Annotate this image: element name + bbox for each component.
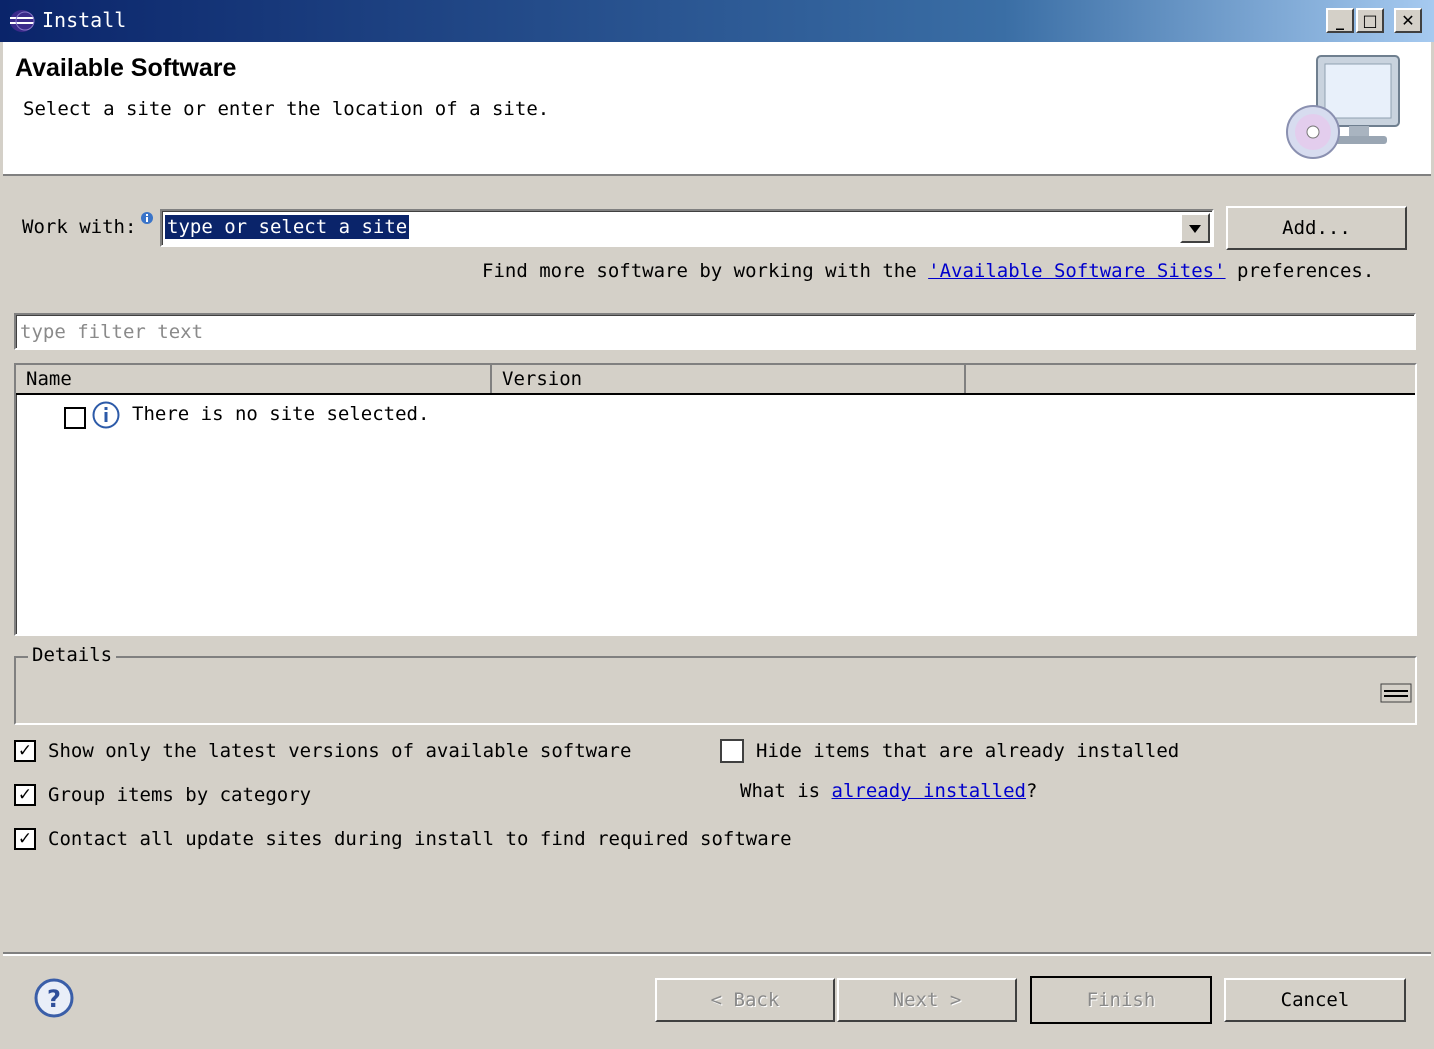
group-by-category-label: Group items by category [48,784,312,806]
work-with-input[interactable]: type or select a site [165,215,410,239]
cancel-button-label: Cancel [1280,989,1350,1011]
what-is-suffix: ? [1026,780,1038,802]
page-description: Select a site or enter the location of a… [23,98,550,120]
column-header-extra[interactable] [966,365,1415,393]
more-software-line: Find more software by working with the '… [482,260,1374,282]
help-icon[interactable]: ? [34,978,74,1018]
finish-button-label: Finish [1086,989,1156,1011]
maximize-button[interactable]: □ [1356,8,1384,33]
row-checkbox[interactable] [64,407,86,429]
row-name: There is no site selected. [132,403,430,425]
option-show-latest[interactable]: ✓ Show only the latest versions of avail… [14,738,631,764]
option-group-by-category[interactable]: ✓ Group items by category [14,782,311,808]
work-with-dropdown-button[interactable] [1180,213,1210,243]
close-button[interactable]: ✕ [1394,8,1422,33]
add-button-label: Add... [1282,217,1351,239]
option-hide-installed[interactable]: Hide items that are already installed [720,738,1179,764]
what-is-prefix: What is [740,780,821,802]
cancel-button[interactable]: Cancel [1224,978,1406,1022]
available-software-sites-link[interactable]: 'Available Software Sites' [928,260,1225,282]
contact-all-checkbox[interactable]: ✓ [14,828,36,850]
back-button[interactable]: < Back [655,978,835,1022]
minimize-button[interactable]: _ [1326,8,1354,33]
chevron-down-icon [1188,217,1202,239]
title-bar: Install _ □ ✕ [0,0,1434,42]
details-label: Details [28,644,117,666]
eclipse-icon [8,9,36,33]
window-title: Install [42,8,127,32]
info-hint-icon [140,208,154,224]
details-toggle-icon[interactable] [1380,682,1412,704]
show-latest-checkbox[interactable]: ✓ [14,740,36,762]
svg-text:?: ? [47,985,61,1013]
details-group: Details [14,644,1417,725]
filter-field[interactable]: type filter text [14,313,1416,350]
maximize-icon: □ [1362,10,1378,30]
what-is-installed-line: What is already installed? [740,780,1037,802]
work-with-combo[interactable]: type or select a site [160,209,1214,247]
info-icon [92,401,120,429]
back-button-label: < Back [710,989,780,1011]
table-row[interactable]: There is no site selected. [16,397,1415,431]
show-latest-label: Show only the latest versions of availab… [48,740,632,762]
page-title: Available Software [15,54,237,82]
wizard-header: Available Software Select a site or ente… [3,42,1431,176]
hide-installed-label: Hide items that are already installed [756,740,1180,762]
next-button-label: Next > [892,989,962,1011]
contact-all-label: Contact all update sites during install … [48,828,792,850]
add-site-button[interactable]: Add... [1226,206,1407,250]
software-table[interactable]: Name Version There is no site selected. [14,363,1417,636]
work-with-label: Work with: [22,216,137,238]
hide-installed-checkbox[interactable] [720,739,744,763]
more-software-suffix: preferences. [1237,260,1375,282]
already-installed-link[interactable]: already installed [832,780,1026,802]
filter-input[interactable]: type filter text [20,321,203,343]
table-header: Name Version [16,365,1415,395]
close-icon: ✕ [1401,10,1415,30]
computer-cd-icon [1283,52,1403,164]
column-header-version[interactable]: Version [492,365,966,393]
finish-button[interactable]: Finish [1030,976,1212,1024]
footer-separator [3,952,1431,956]
option-contact-all[interactable]: ✓ Contact all update sites during instal… [14,826,792,852]
minimize-icon: _ [1336,10,1344,30]
group-by-category-checkbox[interactable]: ✓ [14,784,36,806]
next-button[interactable]: Next > [837,978,1017,1022]
column-header-name[interactable]: Name [16,365,492,393]
more-software-prefix: Find more software by working with the [482,260,917,282]
